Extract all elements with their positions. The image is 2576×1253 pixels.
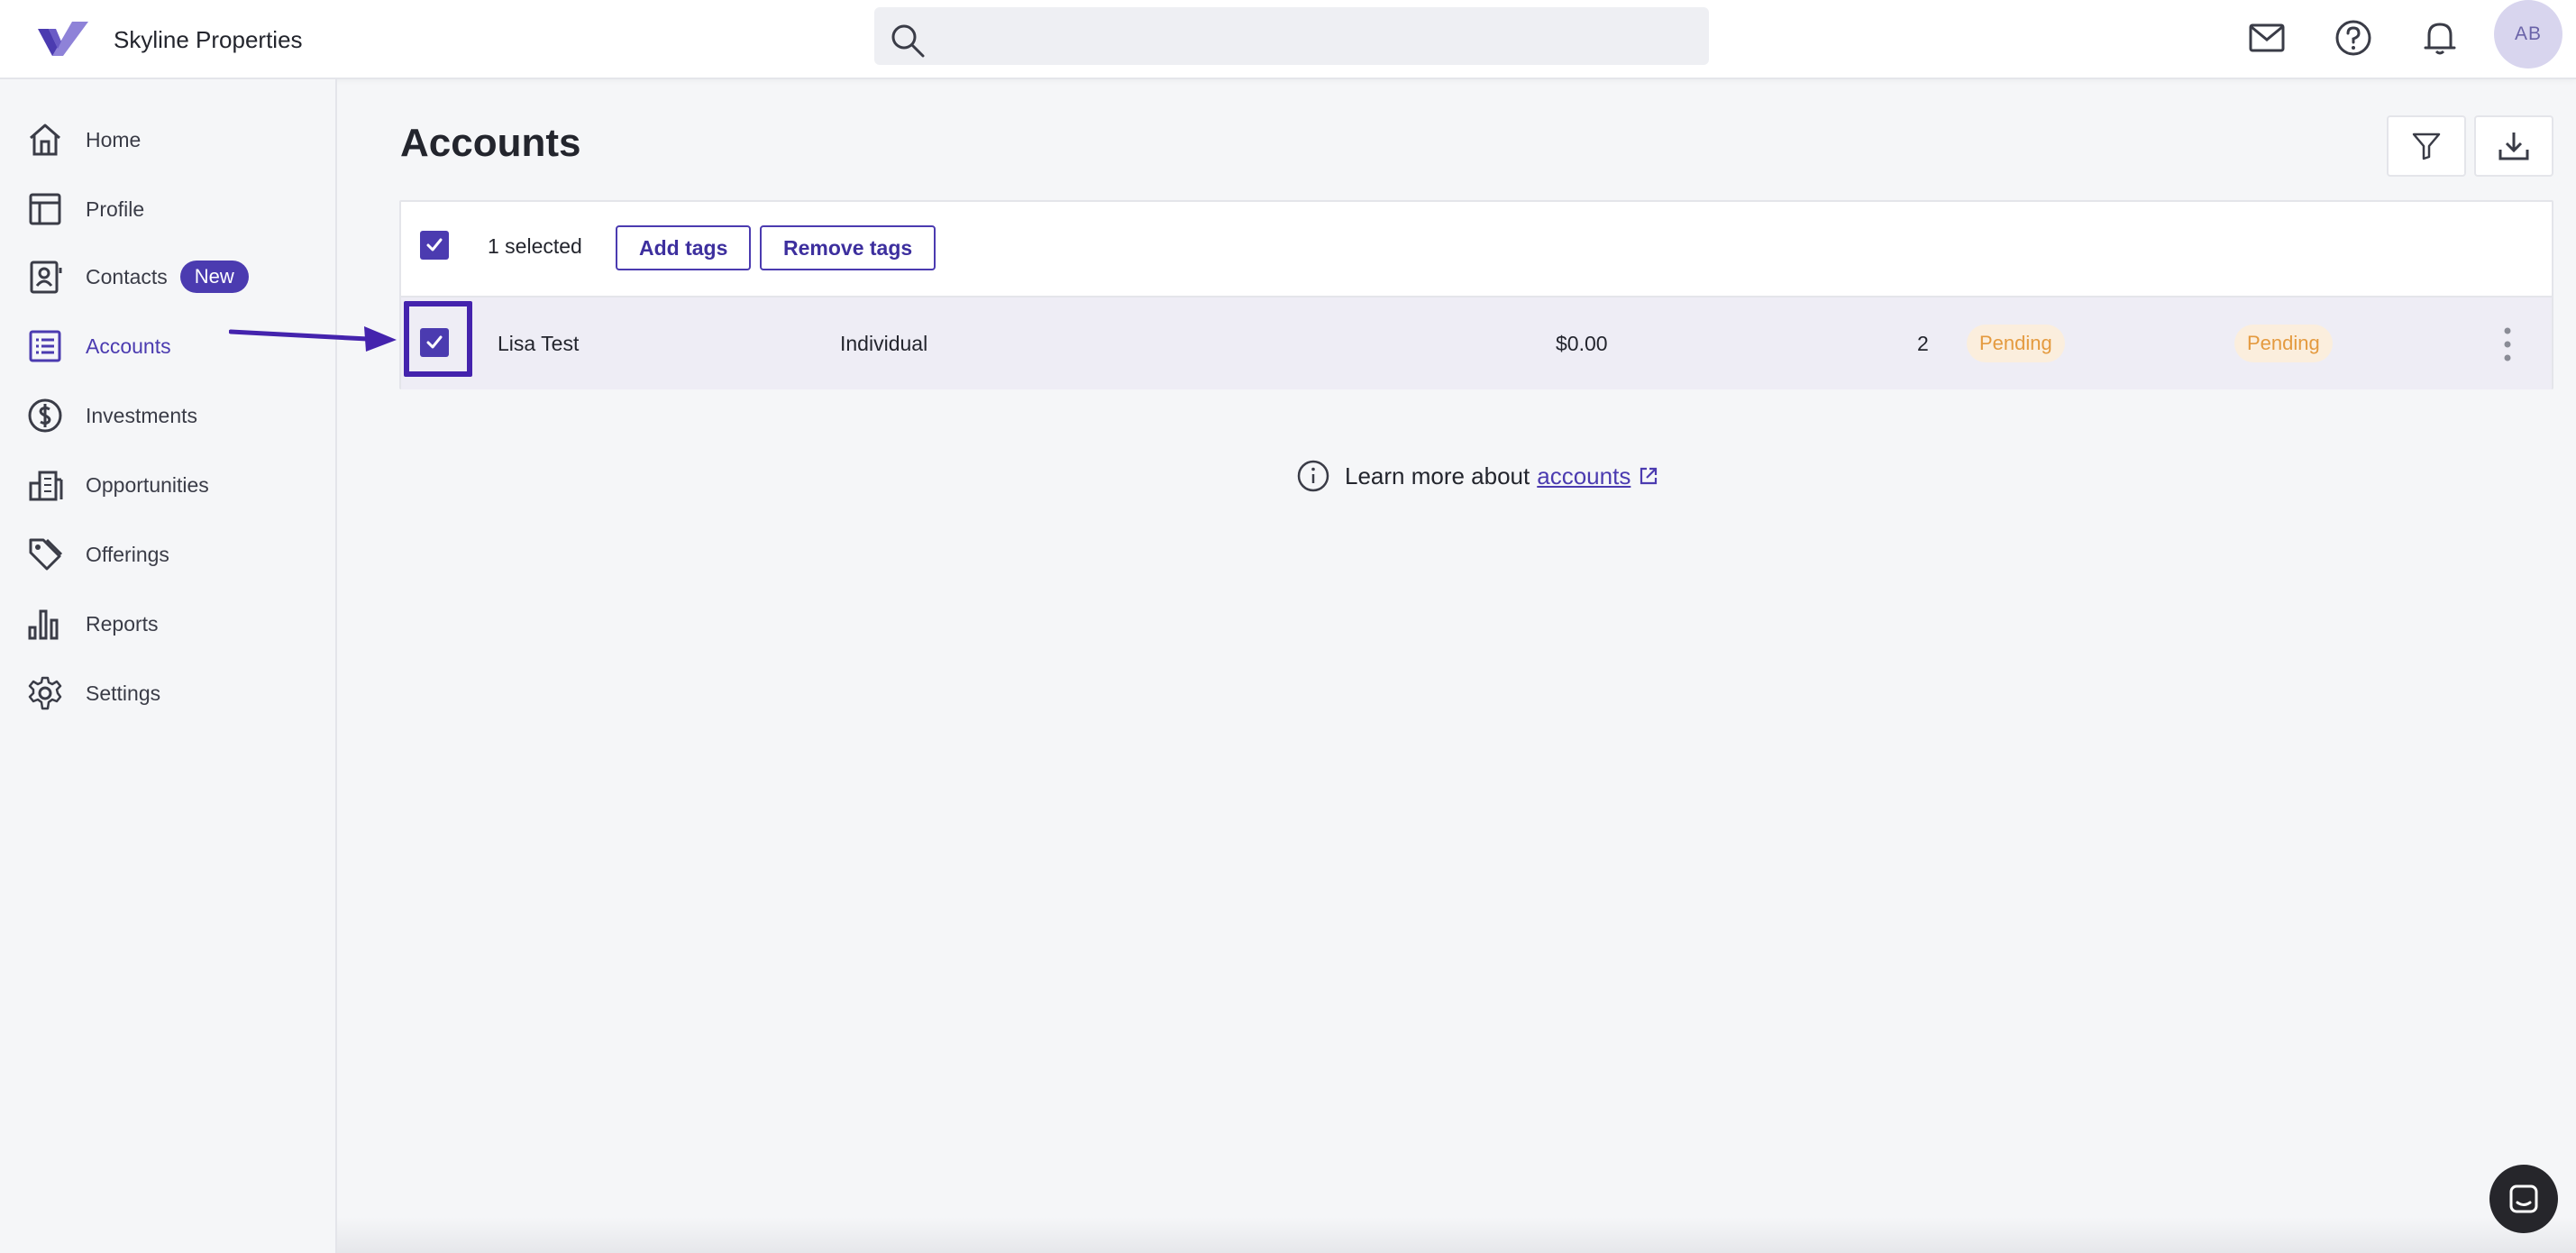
page-title: Accounts bbox=[400, 121, 581, 165]
sidebar-item-offerings[interactable]: Offerings bbox=[25, 529, 169, 580]
brand-logo-icon bbox=[36, 20, 92, 59]
mail-icon bbox=[2248, 22, 2286, 54]
avatar-initials: AB bbox=[2514, 23, 2542, 44]
bulk-actions-bar: 1 selected Add tags Remove tags bbox=[401, 202, 2552, 296]
bottom-shadow bbox=[337, 1217, 2576, 1253]
filter-button[interactable] bbox=[2387, 115, 2466, 177]
check-icon bbox=[425, 333, 444, 352]
learn-more-text: Learn more about bbox=[1345, 462, 1530, 489]
info-icon bbox=[1296, 459, 1330, 493]
sidebar-item-label: Offerings bbox=[86, 542, 169, 566]
sidebar-item-label: Profile bbox=[86, 197, 145, 221]
tags-icon bbox=[25, 535, 65, 574]
status-badge: Pending bbox=[1967, 325, 2065, 362]
table-row[interactable]: Lisa Test Individual $0.00 2 Pending Pen… bbox=[401, 296, 2552, 389]
sidebar-item-label: Settings bbox=[86, 681, 161, 705]
sidebar-item-contacts[interactable]: Contacts New bbox=[25, 252, 249, 302]
sidebar-item-profile[interactable]: Profile bbox=[25, 184, 144, 234]
sidebar-item-label: Home bbox=[86, 127, 142, 151]
sidebar-item-accounts[interactable]: Accounts bbox=[25, 321, 171, 371]
sidebar-item-investments[interactable]: Investments bbox=[25, 390, 197, 441]
building-icon bbox=[25, 465, 65, 505]
status-badge: Pending bbox=[2234, 325, 2333, 362]
notifications-button[interactable] bbox=[2418, 16, 2462, 59]
account-count: 2 bbox=[1917, 332, 1929, 355]
download-icon bbox=[2498, 130, 2530, 162]
sidebar-item-label: Investments bbox=[86, 403, 197, 427]
row-checkbox[interactable] bbox=[420, 328, 449, 357]
help-button[interactable] bbox=[2332, 16, 2375, 59]
top-bar: Skyline Properties AB bbox=[0, 0, 2576, 79]
gear-icon bbox=[25, 673, 65, 713]
list-icon bbox=[25, 326, 65, 366]
search-bar[interactable] bbox=[874, 7, 1709, 65]
dollar-icon bbox=[25, 396, 65, 435]
new-badge: New bbox=[179, 261, 249, 293]
layout-icon bbox=[25, 189, 65, 229]
selected-count: 1 selected bbox=[488, 234, 582, 258]
accounts-link[interactable]: accounts bbox=[1537, 462, 1631, 490]
download-button[interactable] bbox=[2474, 115, 2553, 177]
sidebar-item-label: Reports bbox=[86, 611, 159, 636]
brand[interactable]: Skyline Properties bbox=[36, 16, 303, 63]
sidebar-item-reports[interactable]: Reports bbox=[25, 599, 159, 649]
avatar[interactable]: AB bbox=[2494, 0, 2562, 69]
sidebar-item-label: Opportunities bbox=[86, 472, 209, 497]
select-all-checkbox[interactable] bbox=[420, 231, 449, 260]
learn-more: Learn more about accounts bbox=[1296, 456, 1659, 496]
sidebar-item-label: Contacts bbox=[86, 264, 168, 288]
help-icon bbox=[2334, 19, 2372, 57]
home-icon bbox=[25, 120, 65, 160]
brand-name: Skyline Properties bbox=[114, 25, 303, 53]
sidebar-item-label: Accounts bbox=[86, 334, 171, 358]
filter-icon bbox=[2411, 131, 2442, 161]
contacts-icon bbox=[25, 257, 65, 297]
bell-icon bbox=[2423, 19, 2457, 57]
chat-icon bbox=[2507, 1183, 2540, 1215]
search-icon bbox=[889, 22, 927, 59]
chat-launcher-button[interactable] bbox=[2489, 1165, 2558, 1233]
add-tags-button[interactable]: Add tags bbox=[616, 225, 752, 270]
account-type: Individual bbox=[840, 332, 928, 355]
remove-tags-button[interactable]: Remove tags bbox=[760, 225, 936, 270]
accounts-table: 1 selected Add tags Remove tags Lisa Tes… bbox=[399, 200, 2553, 389]
annotation-arrow-icon bbox=[229, 321, 397, 357]
external-link-icon[interactable] bbox=[1638, 465, 1659, 487]
account-name[interactable]: Lisa Test bbox=[498, 332, 579, 356]
row-menu-icon[interactable] bbox=[2494, 325, 2521, 364]
sidebar-item-settings[interactable]: Settings bbox=[25, 668, 160, 718]
sidebar: Home Profile Contacts New Accounts Inves… bbox=[0, 79, 337, 1253]
mail-button[interactable] bbox=[2245, 16, 2288, 59]
account-amount: $0.00 bbox=[1556, 332, 1608, 355]
bar-chart-icon bbox=[25, 604, 65, 644]
sidebar-item-opportunities[interactable]: Opportunities bbox=[25, 460, 209, 510]
sidebar-item-home[interactable]: Home bbox=[25, 114, 141, 165]
search-input[interactable] bbox=[937, 16, 1694, 56]
check-icon bbox=[425, 235, 444, 255]
